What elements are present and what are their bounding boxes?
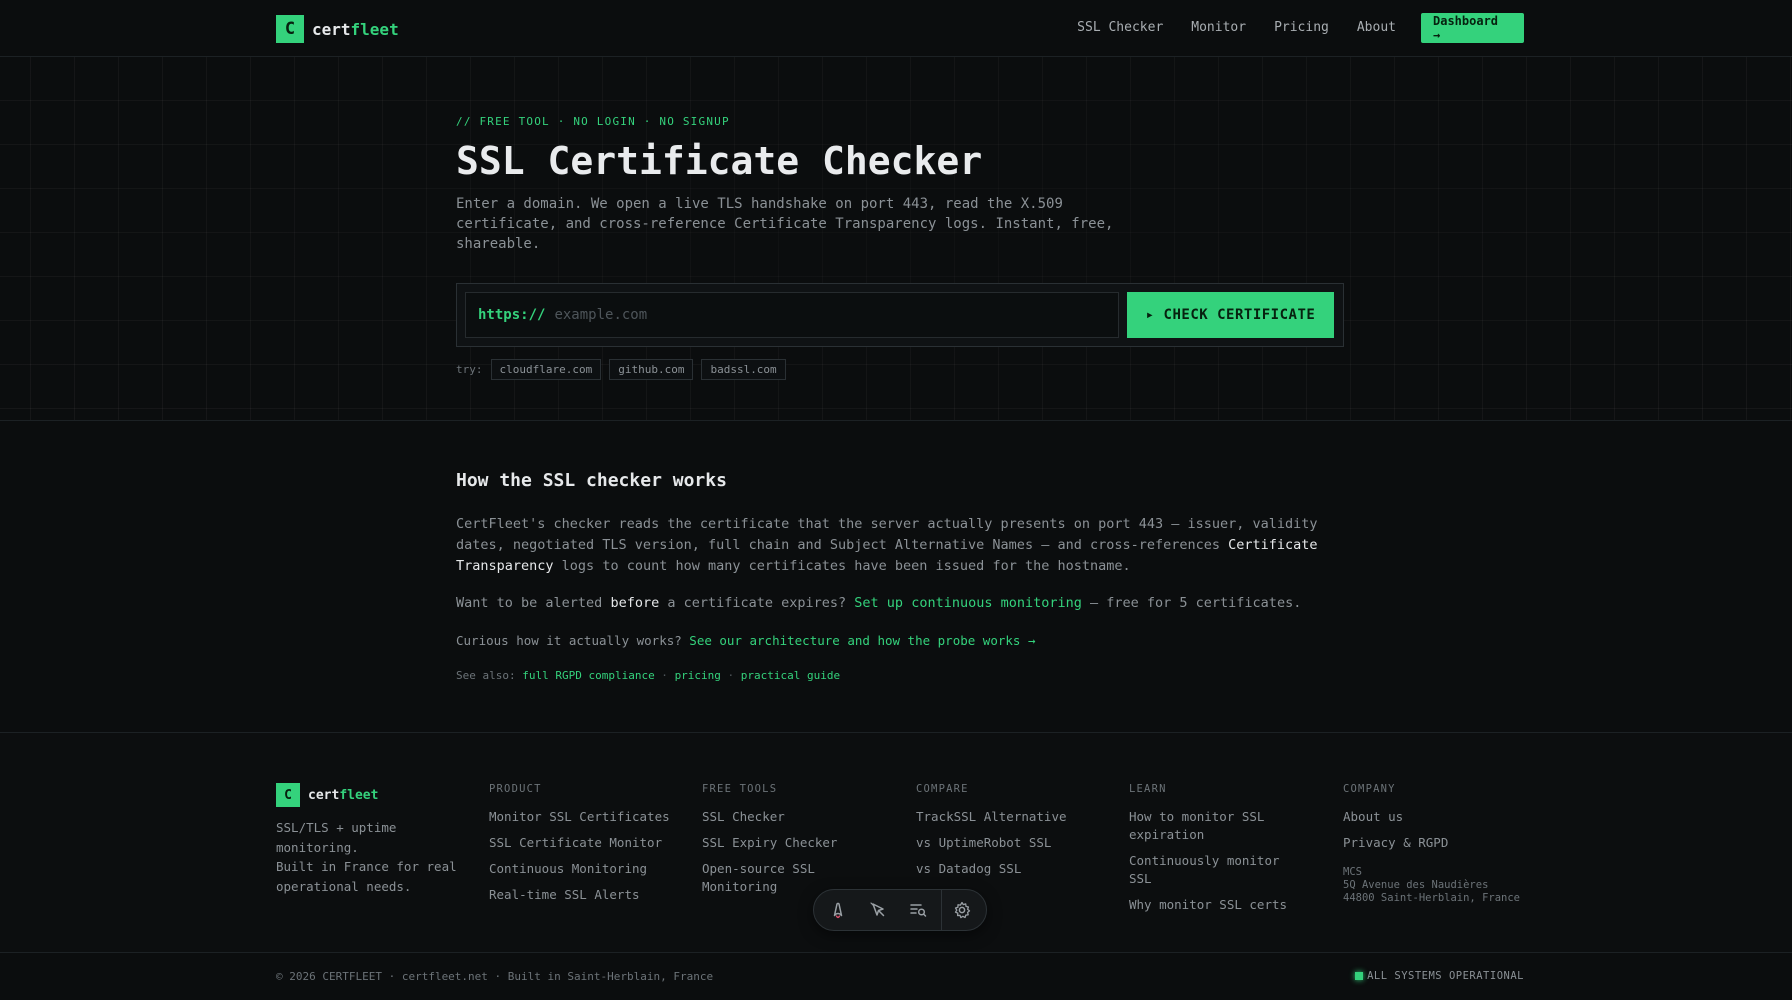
p2-text-a: Want to be alerted — [456, 595, 611, 611]
footer-link-realtime-alerts[interactable]: Real-time SSL Alerts — [489, 886, 679, 904]
practical-guide-link[interactable]: practical guide — [741, 669, 840, 682]
footer-link-about-us[interactable]: About us — [1343, 808, 1533, 826]
address-line: 44800 Saint-Herblain, France — [1343, 892, 1521, 904]
astro-icon-glyph — [833, 902, 843, 919]
footer-link-monitor-ssl-certificates[interactable]: Monitor SSL Certificates — [489, 808, 679, 826]
tagline-line-1: SSL/TLS + uptime monitoring. — [276, 820, 397, 855]
rgpd-link[interactable]: full RGPD compliance — [522, 669, 654, 682]
url-input-wrapper: https:// — [465, 292, 1119, 338]
cursor-inspect-glyph — [870, 902, 885, 917]
before-highlight: before — [610, 595, 660, 611]
section-title: How the SSL checker works — [456, 470, 727, 491]
footer-col-company: COMPANY About us Privacy & RGPD MCS 5Q A… — [1343, 783, 1533, 905]
audit-search-icon[interactable] — [898, 890, 938, 930]
gear-glyph — [954, 901, 971, 919]
status-text: ALL SYSTEMS OPERATIONAL — [1367, 970, 1524, 982]
brand-suffix: fleet — [350, 19, 399, 39]
footer-link-why-monitor[interactable]: Why monitor SSL certs — [1129, 896, 1304, 914]
address-line: MCS — [1343, 866, 1362, 878]
see-also-separator: · — [654, 669, 675, 682]
audit-search-glyph — [910, 904, 927, 917]
footer-tagline: SSL/TLS + uptime monitoring. Built in Fr… — [276, 818, 466, 896]
p2-text-b: a certificate expires? — [659, 595, 855, 611]
example-chip-github[interactable]: github.com — [609, 359, 694, 380]
hero-description: Enter a domain. We open a live TLS hands… — [456, 196, 1114, 252]
dashboard-button[interactable]: Dashboard → — [1421, 13, 1524, 43]
hero-section: // FREE TOOL · NO LOGIN · NO SIGNUP SSL … — [0, 57, 1792, 421]
nav-ssl-checker[interactable]: SSL Checker — [1077, 13, 1163, 43]
footer-bottom-bar: © 2026 CERTFLEET · certfleet.net · Built… — [0, 952, 1792, 1000]
url-prefix: https:// — [478, 307, 546, 323]
company-address: MCS 5Q Avenue des Naudières 44800 Saint-… — [1343, 866, 1533, 905]
p3-text-a: Curious how it actually works? — [456, 633, 690, 648]
footer-brand-prefix: cert — [308, 787, 340, 803]
p1-text-a: CertFleet's checker reads the certificat… — [456, 516, 1318, 553]
footer-col-free-tools: FREE TOOLS SSL Checker SSL Expiry Checke… — [702, 783, 852, 904]
pricing-link[interactable]: pricing — [675, 669, 721, 682]
footer-brand[interactable]: C certfleet — [276, 783, 378, 807]
how-paragraph-1: CertFleet's checker reads the certificat… — [456, 514, 1356, 577]
footer-col-learn: LEARN How to monitor SSL expiration Cont… — [1129, 783, 1304, 922]
p1-text-b: logs to count how many certificates have… — [553, 558, 1131, 574]
dev-toolbar — [813, 889, 987, 931]
footer-link-vs-datadog[interactable]: vs Datadog SSL — [916, 860, 1106, 878]
hero-eyebrow: // FREE TOOL · NO LOGIN · NO SIGNUP — [456, 115, 730, 128]
nav-monitor[interactable]: Monitor — [1191, 13, 1246, 43]
nav-about[interactable]: About — [1357, 13, 1396, 43]
example-domains: try: cloudflare.com github.com badssl.co… — [456, 359, 794, 380]
footer-logo-mark: C — [276, 783, 300, 807]
example-chip-badssl[interactable]: badssl.com — [701, 359, 786, 380]
domain-input[interactable] — [554, 307, 1055, 323]
try-label: try: — [456, 363, 483, 376]
footer-col-heading: COMPARE — [916, 783, 969, 795]
footer-link-continuously-monitor[interactable]: Continuously monitor SSL — [1129, 852, 1304, 888]
footer-col-product: PRODUCT Monitor SSL Certificates SSL Cer… — [489, 783, 679, 912]
footer-brand-name: certfleet — [308, 788, 378, 803]
nav-pricing[interactable]: Pricing — [1274, 13, 1329, 43]
main-nav: SSL Checker Monitor Pricing About Dashbo… — [1077, 13, 1524, 43]
how-it-works-section: How the SSL checker works CertFleet's ch… — [456, 470, 1356, 682]
how-paragraph-2: Want to be alerted before a certificate … — [456, 593, 1301, 614]
footer-link-continuous-monitoring[interactable]: Continuous Monitoring — [489, 860, 679, 878]
architecture-link[interactable]: See our architecture and how the probe w… — [689, 633, 1035, 648]
logo-mark: C — [276, 15, 304, 43]
footer-link-vs-uptimerobot[interactable]: vs UptimeRobot SSL — [916, 834, 1106, 852]
cursor-inspect-icon[interactable] — [858, 890, 898, 930]
footer-link-trackssl-alternative[interactable]: TrackSSL Alternative — [916, 808, 1106, 826]
brand-prefix: cert — [312, 19, 351, 39]
system-status[interactable]: ALL SYSTEMS OPERATIONAL — [1355, 970, 1524, 982]
check-form: https:// ▸ CHECK CERTIFICATE — [456, 283, 1344, 347]
footer-col-heading: PRODUCT — [489, 783, 542, 795]
address-line: 5Q Avenue des Naudières — [1343, 879, 1489, 891]
see-also: See also: full RGPD compliance · pricing… — [456, 665, 840, 686]
p2-text-c: — free for 5 certificates. — [1081, 595, 1302, 611]
page-title: SSL Certificate Checker — [456, 139, 983, 183]
see-also-label: See also: — [456, 669, 523, 682]
setup-monitoring-link[interactable]: Set up continuous monitoring — [854, 595, 1082, 611]
footer-link-privacy-rgpd[interactable]: Privacy & RGPD — [1343, 834, 1533, 852]
see-also-separator: · — [720, 669, 741, 682]
footer-link-how-to-monitor[interactable]: How to monitor SSL expiration — [1129, 808, 1304, 844]
footer-link-ssl-checker[interactable]: SSL Checker — [702, 808, 852, 826]
gear-icon[interactable] — [942, 890, 982, 930]
footer-link-ssl-expiry-checker[interactable]: SSL Expiry Checker — [702, 834, 852, 852]
brand-logo-link[interactable]: C certfleet — [276, 15, 399, 43]
footer-col-heading: FREE TOOLS — [702, 783, 778, 795]
footer-col-heading: COMPANY — [1343, 783, 1396, 795]
copyright: © 2026 CERTFLEET · certfleet.net · Built… — [276, 970, 714, 983]
astro-icon[interactable] — [818, 890, 858, 930]
check-certificate-button[interactable]: ▸ CHECK CERTIFICATE — [1127, 292, 1334, 338]
top-navigation: C certfleet SSL Checker Monitor Pricing … — [0, 0, 1792, 57]
example-chip-cloudflare[interactable]: cloudflare.com — [490, 359, 602, 380]
status-indicator-icon — [1355, 972, 1364, 980]
tagline-line-2: Built in France for real operational nee… — [276, 859, 457, 894]
footer-col-heading: LEARN — [1129, 783, 1167, 795]
footer-brand-suffix: fleet — [339, 787, 379, 803]
footer-link-ssl-certificate-monitor[interactable]: SSL Certificate Monitor — [489, 834, 679, 852]
footer-col-compare: COMPARE TrackSSL Alternative vs UptimeRo… — [916, 783, 1106, 886]
how-paragraph-3: Curious how it actually works? See our a… — [456, 630, 1035, 651]
brand-name: certfleet — [312, 20, 399, 39]
